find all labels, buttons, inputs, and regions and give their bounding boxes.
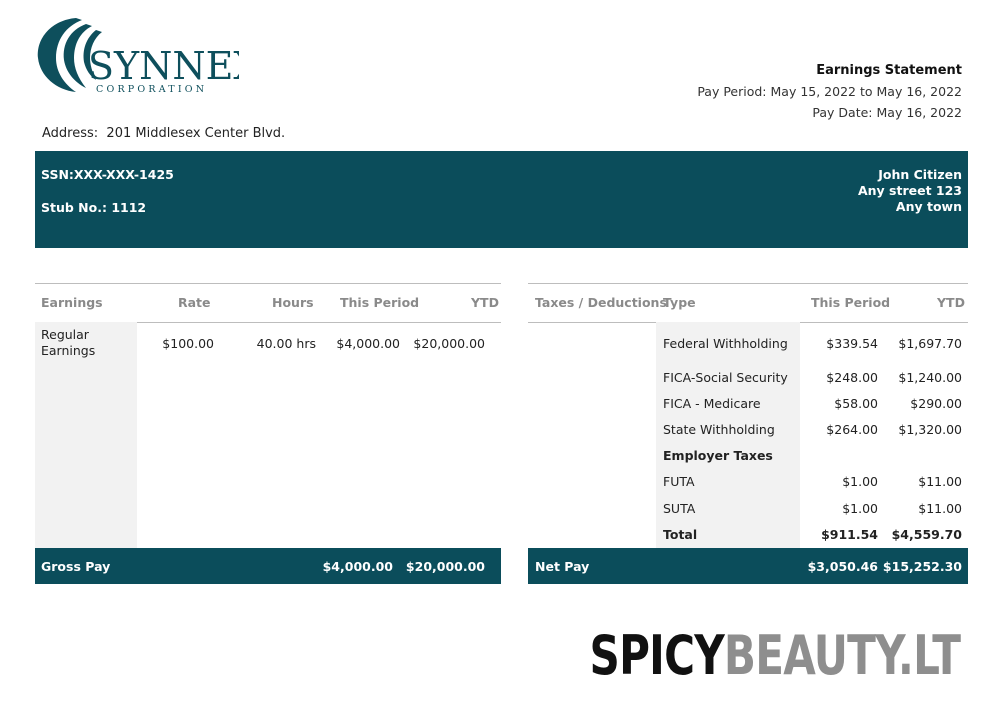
stub-number: Stub No.: 1112: [41, 200, 146, 215]
tax-this-period: $58.00: [834, 396, 878, 411]
gross-pay-label: Gross Pay: [41, 559, 111, 574]
company-address: Address: 201 Middlesex Center Blvd.: [42, 126, 285, 141]
statement-title: Earnings Statement: [816, 63, 962, 78]
synnex-logo: SYNNEX CORPORATION: [37, 18, 239, 94]
pay-date-label: Pay Date:: [812, 105, 873, 120]
earnings-col-rate: Rate: [178, 295, 211, 310]
pay-period-start: May 15, 2022: [770, 84, 856, 99]
tax-this-period: $1.00: [842, 501, 878, 516]
earnings-col-this-period: This Period: [340, 295, 420, 310]
stub-label: Stub No.:: [41, 200, 107, 215]
net-pay-bar: Net Pay $3,050.46 $15,252.30: [528, 548, 968, 584]
pay-date-value: May 16, 2022: [876, 105, 962, 120]
earnings-this-period: $4,000.00: [336, 336, 400, 351]
net-pay-ytd: $15,252.30: [882, 559, 962, 574]
tax-total-label: Total: [663, 527, 698, 542]
employee-banner: SSN:XXX-XXX-1425 Stub No.: 1112 John Cit…: [35, 151, 968, 248]
stub-value: 1112: [111, 200, 147, 215]
net-pay-this-period: $3,050.46: [807, 559, 878, 574]
tax-this-period: $248.00: [826, 370, 878, 385]
tax-ytd: $1,320.00: [898, 422, 962, 437]
tax-ytd: $1,697.70: [898, 336, 962, 351]
logo-company-sub: CORPORATION: [96, 84, 207, 94]
tax-this-period: $1.00: [842, 474, 878, 489]
earnings-table-header: Earnings Rate Hours This Period YTD: [35, 283, 501, 323]
taxes-col-ytd: YTD: [937, 295, 965, 310]
earnings-rate: $100.00: [162, 336, 214, 351]
employee-street: Any street 123: [857, 183, 962, 198]
earnings-col-earnings: Earnings: [41, 295, 103, 310]
gross-pay-bar: Gross Pay $4,000.00 $20,000.00: [35, 548, 501, 584]
pay-period-label: Pay Period:: [697, 84, 767, 99]
tax-total-this-period: $911.54: [821, 527, 878, 542]
tax-this-period: $264.00: [826, 422, 878, 437]
watermark-part2: BEAUTY.LT: [723, 624, 961, 687]
tax-type: SUTA: [663, 501, 696, 516]
taxes-col-deductions: Taxes / Deductions: [535, 295, 667, 310]
employee-name: John Citizen: [878, 167, 962, 182]
earnings-type-line1: Regular: [41, 327, 89, 342]
watermark: SPICYBEAUTY.LT: [589, 624, 960, 687]
pay-date: Pay Date: May 16, 2022: [812, 105, 962, 120]
tax-this-period: $339.54: [826, 336, 878, 351]
tax-ytd: $1,240.00: [898, 370, 962, 385]
ssn-value: XXX-XXX-1425: [73, 167, 174, 182]
taxes-col-this-period: This Period: [811, 295, 891, 310]
logo-company-name: SYNNEX: [88, 44, 239, 88]
pay-period-to: to: [859, 84, 873, 99]
ssn-label: SSN:: [41, 167, 74, 182]
tax-type: State Withholding: [663, 422, 775, 437]
earnings-type-line2: Earnings: [41, 343, 96, 358]
earnings-ytd: $20,000.00: [413, 336, 485, 351]
employer-taxes-heading: Employer Taxes: [663, 448, 773, 463]
taxes-col-type: Type: [663, 295, 696, 310]
tax-type: FICA-Social Security: [663, 370, 788, 385]
tax-type: FUTA: [663, 474, 695, 489]
pay-period: Pay Period: May 15, 2022 to May 16, 2022: [697, 84, 962, 99]
tax-ytd: $11.00: [918, 474, 962, 489]
earnings-col-ytd: YTD: [471, 295, 499, 310]
earnings-hours: 40.00 hrs: [256, 336, 316, 351]
employee-town: Any town: [895, 199, 962, 214]
tax-total-ytd: $4,559.70: [891, 527, 962, 542]
net-pay-label: Net Pay: [535, 559, 590, 574]
tax-type: FICA - Medicare: [663, 396, 761, 411]
tax-type: Federal Withholding: [663, 336, 788, 351]
ssn: SSN:XXX-XXX-1425: [41, 167, 174, 182]
taxes-table-header: Taxes / Deductions Type This Period YTD: [528, 283, 968, 323]
gross-pay-ytd: $20,000.00: [405, 559, 485, 574]
tax-ytd: $290.00: [910, 396, 962, 411]
pay-period-end: May 16, 2022: [876, 84, 962, 99]
earnings-col-hours: Hours: [272, 295, 314, 310]
gross-pay-this-period: $4,000.00: [322, 559, 393, 574]
address-label: Address:: [42, 126, 99, 141]
watermark-part1: SPICY: [589, 624, 724, 687]
tax-ytd: $11.00: [918, 501, 962, 516]
address-value: 201 Middlesex Center Blvd.: [106, 126, 286, 141]
